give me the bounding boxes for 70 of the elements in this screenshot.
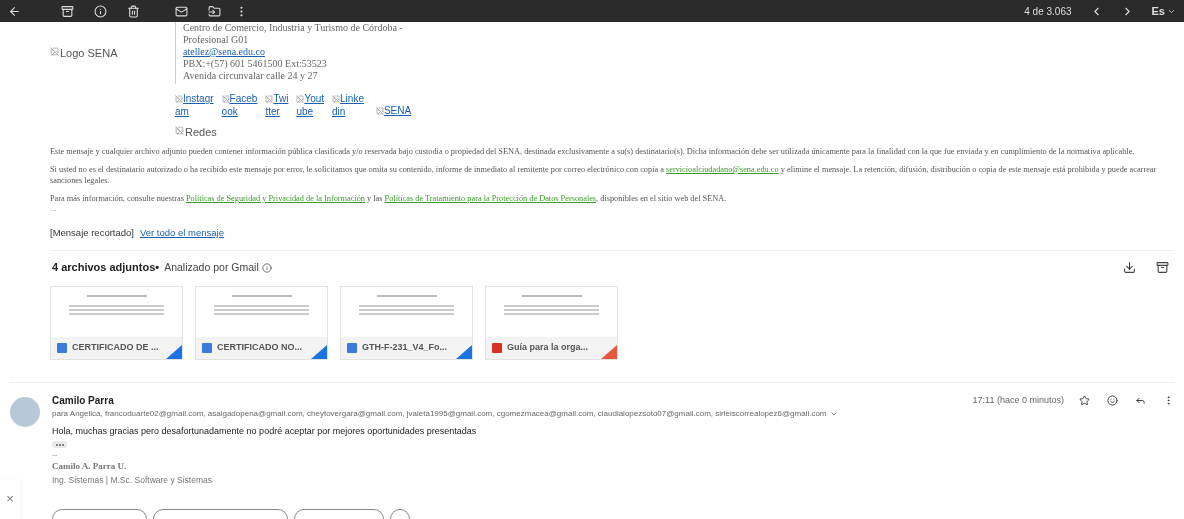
attachment-name: Guía para la orga... <box>507 341 589 354</box>
pdf-file-icon <box>492 342 502 353</box>
attachment-card[interactable]: CERTIFICADO DE ... <box>50 285 183 360</box>
broken-image-icon <box>221 94 230 103</box>
download-icon[interactable] <box>1123 261 1136 274</box>
sender-name: Camilo Parra <box>52 393 114 408</box>
social-link[interactable]: Linke din <box>332 92 364 118</box>
broken-image-icon <box>296 94 305 103</box>
policy-link[interactable]: servicioalciudadano@sena.edu.co <box>665 165 779 174</box>
message-time: 17:11 (hace 0 minutos) <box>972 393 1064 407</box>
broken-image-icon <box>175 126 184 135</box>
broken-image-icon <box>332 94 341 103</box>
file-corner-icon <box>311 344 327 359</box>
social-link[interactable]: Faceb ook <box>221 92 258 118</box>
disclaimer-paragraph: Si usted no es el destinatario autorizado o ha recibido este mensaje por error, le solicitamos que omita su contenido, informe de inmediato al remitente por correo electrónico con copia a servicioalciudadano@sena.edu.co y elimine el mensaje. La retención, difusión, distribución o copia de este mensaje está prohibida y puede acarrear sanciones legales. <box>50 164 1158 186</box>
word-file-icon <box>347 342 357 353</box>
move-icon[interactable] <box>208 4 221 18</box>
trimmed-label: [Mensaje recortado] <box>50 226 134 240</box>
signature-line: Profesional G01 <box>183 34 250 46</box>
signature-separator: -- <box>52 450 59 461</box>
policy-link[interactable]: Políticas de Seguridad y Privacidad de la Información <box>185 194 365 203</box>
signature-title: Ing. Sistemas | M.Sc. Software y Sistemas <box>52 473 213 487</box>
social-link[interactable]: Yout ube <box>296 92 325 118</box>
recipients-list: para Angelica, francoduarte02@gmail.com, asalgadopena@gmail.com, cheytovergara@gmail.com, jvaleta1995@gmail.com, cgomezmacea@gmail.com, claudialopezsoto07@gmail.com, sirleiscorrealopez6@gmail.com <box>52 407 827 420</box>
show-trimmed-icon[interactable] <box>52 441 67 449</box>
signature-line: PBX:+(57) 601 5461500 Ext:53523 <box>183 58 328 70</box>
scanned-label: Analizado por Gmail <box>164 259 259 275</box>
social-link[interactable]: Twi tter <box>265 92 289 118</box>
attachment-card[interactable]: CERTIFICADO NO... <box>195 285 328 360</box>
message-counter: 4 de 3.063 <box>1024 4 1072 19</box>
attachment-card[interactable]: Guía para la orga... <box>485 285 618 360</box>
signature-name: Camilo A. Parra U. <box>52 460 128 474</box>
signature-line: Centro de Comercio, Industria y Turismo de Córdoba - <box>183 22 403 34</box>
mail-icon[interactable] <box>175 4 188 18</box>
separator-dot: • <box>155 260 160 276</box>
star-icon[interactable] <box>1079 394 1090 406</box>
report-icon[interactable] <box>94 4 107 18</box>
file-corner-icon <box>456 344 472 359</box>
attachment-name: GTH-F-231_V4_Fo... <box>362 341 448 354</box>
signature-line: Avenida circunvalar calle 24 y 27 <box>183 70 319 82</box>
attachment-name: CERTIFICADO DE ... <box>72 341 159 354</box>
attachment-card[interactable]: GTH-F-231_V4_Fo... <box>340 285 473 360</box>
email-link[interactable]: atellez@sena.edu.co <box>183 46 265 57</box>
broken-image-icon <box>175 94 183 103</box>
message-body: Hola, muchas gracias pero desafortunadamente no podré aceptar por mejores oportunidades presentadas <box>52 424 478 438</box>
broken-image-icon <box>265 94 274 103</box>
delete-icon[interactable] <box>127 4 140 18</box>
emoji-icon[interactable] <box>1107 394 1118 406</box>
back-icon[interactable] <box>8 4 21 18</box>
disclaimer-paragraph: Para más información, consulte nuestras Políticas de Seguridad y Privacidad de la Información y las Políticas de Tratamiento para la Protección de Datos Personales, disponibles en el sitio web del SENA. <box>50 193 728 204</box>
ellipsis-text: ... <box>50 204 58 214</box>
archive-icon[interactable] <box>61 4 74 18</box>
view-full-message-link[interactable]: Ver todo el mensaje <box>139 226 224 241</box>
attachment-name: CERTIFICADO NO... <box>217 341 302 354</box>
language-selector[interactable]: Es <box>1151 2 1176 20</box>
info-icon[interactable] <box>261 262 272 273</box>
attachments-title: 4 archivos adjuntos <box>52 260 156 276</box>
broken-image-icon <box>375 106 384 115</box>
file-corner-icon <box>601 344 617 359</box>
disclaimer-paragraph: Este mensaje y cualquier archivo adjunto pueden contener información pública clasificada y/o reservada bajo custodia o propiedad del SENA, destinada exclusivamente a su(s) destinatario(s). Dicha información debe ser utilizada únicamente para la finalidad con la que fue enviada y en cumplimiento de la normativa aplicable. <box>50 146 1136 157</box>
social-link[interactable]: Instagr am <box>175 92 214 118</box>
logo-image: Logo SENA <box>60 45 118 61</box>
sena-image-link[interactable]: SENA <box>383 103 412 118</box>
file-corner-icon <box>166 344 182 359</box>
social-image: Redes <box>185 125 217 140</box>
word-file-icon <box>202 342 212 353</box>
close-button[interactable]: × <box>6 489 14 509</box>
broken-image-icon <box>50 46 59 56</box>
avatar <box>10 396 40 427</box>
word-file-icon <box>57 342 67 353</box>
